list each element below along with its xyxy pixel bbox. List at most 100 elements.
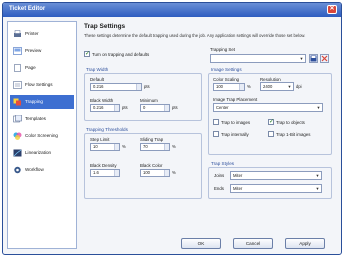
sidebar-item-label: Workflow bbox=[25, 167, 44, 172]
image-settings-heading: Image Settings bbox=[211, 67, 242, 72]
delete-icon bbox=[321, 55, 328, 62]
sidebar-item-label: Page bbox=[25, 65, 36, 70]
chevron-down-icon: ▼ bbox=[316, 105, 321, 110]
sliding-trap-input[interactable]: 70 bbox=[140, 143, 170, 151]
preview-icon bbox=[13, 47, 22, 55]
sidebar-item-printer[interactable]: Printer bbox=[10, 27, 74, 41]
minimum-width-input[interactable]: 0 bbox=[140, 104, 170, 112]
resolution-select[interactable]: 2400 ▼ bbox=[260, 82, 294, 91]
sidebar-item-label: Flow Settings bbox=[25, 82, 53, 87]
minimum-width-label: Minimum bbox=[140, 98, 158, 103]
color-scaling-value: 100 bbox=[216, 84, 223, 89]
spinner-icon[interactable] bbox=[164, 105, 169, 111]
trap-to-objects-checkbox[interactable] bbox=[268, 118, 274, 125]
trap-1bit-images-checkbox[interactable] bbox=[268, 131, 274, 137]
resolution-value: 2400 bbox=[263, 84, 273, 89]
black-density-label: Black Density bbox=[90, 163, 117, 168]
title-bar: Ticket Editor ✕ bbox=[3, 3, 341, 17]
color-screening-icon bbox=[13, 132, 22, 140]
sidebar-item-templates[interactable]: Templates bbox=[10, 112, 74, 126]
page-title: Trap Settings bbox=[84, 23, 126, 30]
trap-styles-heading: Trap Styles bbox=[211, 161, 235, 166]
joins-select[interactable]: Miter ▼ bbox=[230, 171, 322, 180]
default-width-input[interactable]: 0.216 bbox=[90, 83, 142, 91]
black-color-value: 100 bbox=[143, 170, 150, 175]
chevron-down-icon: ▼ bbox=[299, 56, 304, 61]
trap-to-images-checkbox[interactable] bbox=[213, 119, 219, 125]
default-width-unit: pts bbox=[144, 84, 150, 89]
spinner-icon[interactable] bbox=[239, 84, 244, 90]
ends-label: Ends bbox=[214, 186, 225, 191]
spinner-icon[interactable] bbox=[164, 170, 169, 176]
minimum-width-value: 0 bbox=[143, 105, 146, 110]
spinner-icon[interactable] bbox=[164, 144, 169, 150]
sidebar-item-label: Linearization bbox=[25, 150, 52, 155]
sidebar-item-linearization[interactable]: Linearization bbox=[10, 146, 74, 160]
window-title: Ticket Editor bbox=[9, 6, 46, 12]
image-trap-placement-select[interactable]: Center ▼ bbox=[213, 103, 323, 112]
ends-select[interactable]: Miter ▼ bbox=[230, 184, 322, 193]
chevron-down-icon: ▼ bbox=[315, 186, 320, 191]
templates-icon bbox=[13, 115, 22, 123]
trap-width-heading: Trap Width bbox=[86, 67, 109, 72]
default-width-value: 0.216 bbox=[93, 84, 104, 89]
trapping-icon bbox=[13, 98, 21, 106]
spinner-icon[interactable] bbox=[136, 84, 141, 90]
step-limit-unit: % bbox=[122, 144, 126, 149]
sliding-trap-value: 70 bbox=[143, 144, 148, 149]
sidebar-item-trapping[interactable]: Trapping bbox=[10, 95, 74, 109]
spinner-icon[interactable] bbox=[114, 144, 119, 150]
ok-button[interactable]: OK bbox=[181, 238, 221, 249]
chevron-down-icon: ▼ bbox=[315, 173, 320, 178]
sidebar-item-flow-settings[interactable]: Flow Settings bbox=[10, 78, 74, 92]
page-icon bbox=[14, 64, 21, 72]
turn-on-trapping-checkbox[interactable] bbox=[84, 50, 90, 57]
trapping-set-select[interactable]: ▼ bbox=[210, 54, 306, 63]
printer-icon bbox=[14, 30, 21, 37]
page-description: These settings determine the default tra… bbox=[84, 33, 306, 38]
save-icon bbox=[310, 55, 317, 62]
sidebar-item-label: Preview bbox=[25, 48, 42, 53]
black-width-unit: pts bbox=[122, 105, 128, 110]
black-width-label: Black Width bbox=[90, 98, 114, 103]
black-width-value: 0.216 bbox=[93, 105, 104, 110]
joins-label: Joins bbox=[214, 173, 225, 178]
black-color-input[interactable]: 100 bbox=[140, 169, 170, 177]
trap-internally-label: Trap internally bbox=[221, 132, 249, 137]
ticket-editor-window: Ticket Editor ✕ Printer Preview Page Flo… bbox=[2, 2, 342, 255]
cancel-button[interactable]: Cancel bbox=[233, 238, 273, 249]
color-scaling-label: Color Scaling bbox=[213, 77, 240, 82]
color-scaling-unit: % bbox=[247, 84, 251, 89]
black-width-input[interactable]: 0.216 bbox=[90, 104, 120, 112]
sidebar-item-label: Trapping bbox=[25, 99, 43, 104]
black-density-input[interactable]: 1.6 bbox=[90, 169, 120, 177]
default-width-label: Default bbox=[90, 77, 104, 82]
workflow-icon bbox=[14, 166, 21, 174]
flow-settings-icon bbox=[13, 81, 22, 89]
delete-trapping-set-button[interactable] bbox=[320, 54, 329, 63]
sliding-trap-label: Sliding Trap bbox=[140, 137, 164, 142]
sidebar-item-color-screening[interactable]: Color Screening bbox=[10, 129, 74, 143]
spinner-icon[interactable] bbox=[114, 105, 119, 111]
joins-value: Miter bbox=[233, 173, 243, 178]
image-trap-placement-value: Center bbox=[216, 105, 229, 110]
close-button[interactable]: ✕ bbox=[327, 5, 337, 14]
spinner-icon[interactable] bbox=[114, 170, 119, 176]
turn-on-trapping-label: Turn on trapping and defaults bbox=[92, 52, 150, 57]
color-scaling-input[interactable]: 100 bbox=[213, 83, 245, 91]
sidebar-item-workflow[interactable]: Workflow bbox=[10, 163, 74, 177]
trap-to-objects-label: Trap to objects bbox=[276, 120, 305, 125]
trap-internally-checkbox[interactable] bbox=[213, 131, 219, 137]
apply-button[interactable]: Apply bbox=[285, 238, 325, 249]
save-trapping-set-button[interactable] bbox=[309, 54, 318, 63]
chevron-down-icon: ▼ bbox=[287, 84, 292, 89]
trap-to-images-label: Trap to images bbox=[221, 120, 251, 125]
step-limit-input[interactable]: 10 bbox=[90, 143, 120, 151]
sidebar-item-page[interactable]: Page bbox=[10, 61, 74, 75]
ends-value: Miter bbox=[233, 186, 243, 191]
trap-settings-panel: Trap Settings These settings determine t… bbox=[80, 21, 338, 233]
sidebar-item-preview[interactable]: Preview bbox=[10, 44, 74, 58]
sidebar-item-label: Templates bbox=[25, 116, 46, 121]
trapping-thresholds-heading: Trapping Thresholds bbox=[86, 127, 128, 132]
step-limit-label: Step Limit bbox=[90, 137, 110, 142]
